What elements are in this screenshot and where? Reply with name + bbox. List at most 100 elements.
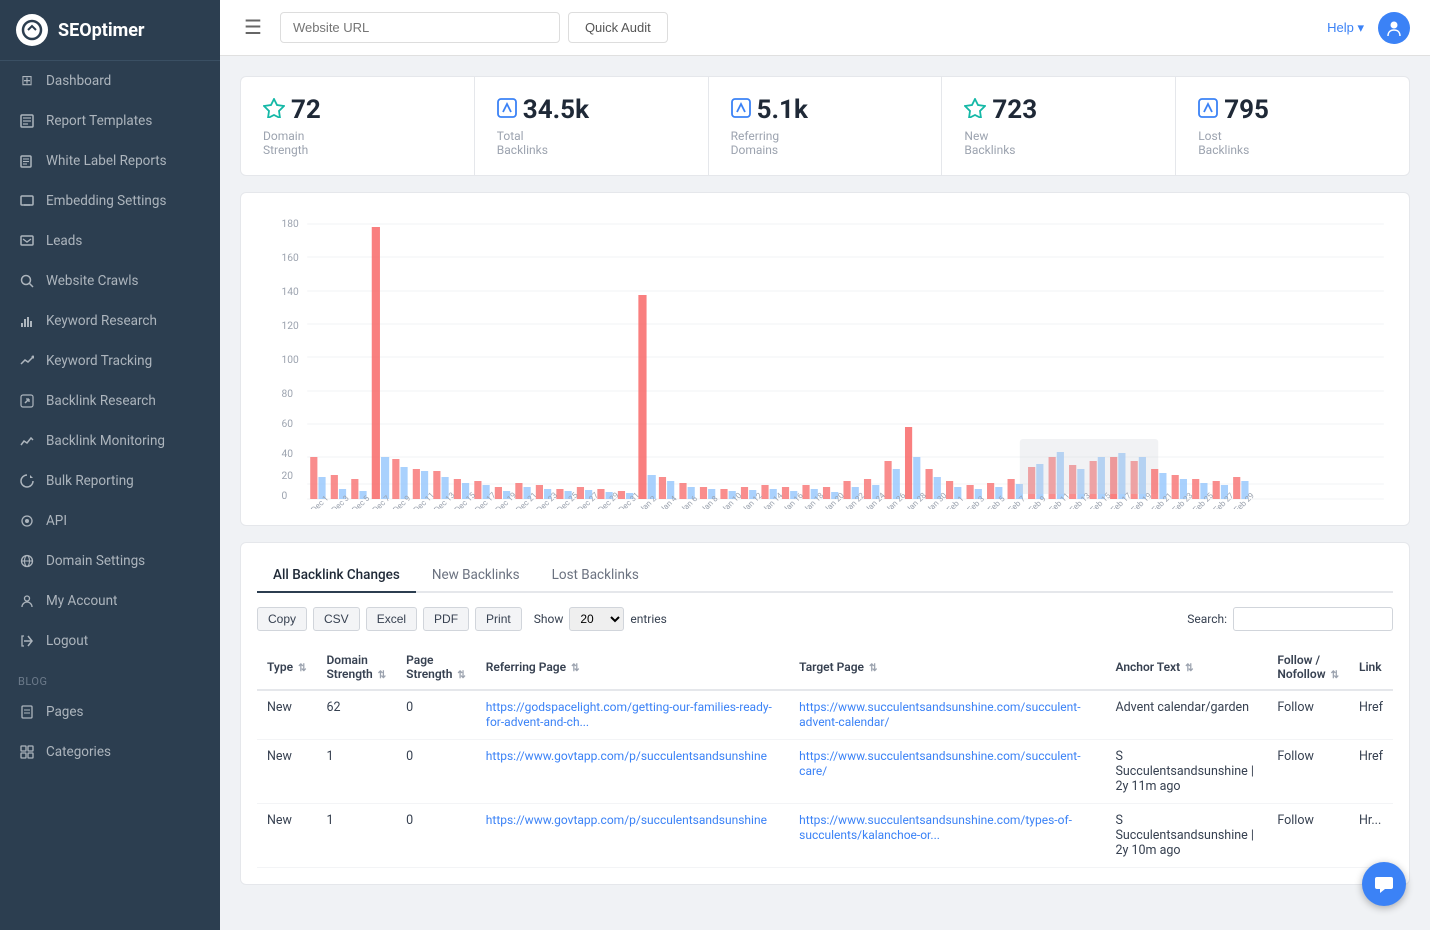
- col-follow-nofollow: Follow /Nofollow ⇅: [1267, 645, 1349, 690]
- sidebar-item-api[interactable]: API: [0, 501, 220, 541]
- search-label: Search:: [1187, 612, 1227, 626]
- cell-anchor-text: S Succulentsandsunshine | 2y 11m ago: [1105, 740, 1267, 804]
- tab-lost-backlinks[interactable]: Lost Backlinks: [536, 559, 655, 593]
- cell-type: New: [257, 740, 316, 804]
- total-backlinks-icon: [497, 98, 517, 123]
- sidebar-item-label: Dashboard: [46, 73, 111, 89]
- content-area: 72 DomainStrength 34.5k TotalBacklinks: [220, 56, 1430, 930]
- sidebar-item-backlink-monitoring[interactable]: Backlink Monitoring: [0, 421, 220, 461]
- quick-audit-button[interactable]: Quick Audit: [568, 12, 668, 43]
- nav-main: ⊞ Dashboard Report Templates White Label…: [0, 61, 220, 661]
- svg-text:140: 140: [282, 287, 300, 298]
- sidebar-item-label: API: [46, 513, 67, 529]
- report-templates-icon: [18, 112, 36, 130]
- table-header-row: Type ⇅ DomainStrength ⇅ PageStrength ⇅ R…: [257, 645, 1393, 690]
- cell-follow: Follow: [1267, 804, 1349, 868]
- cell-domain-strength: 1: [316, 740, 396, 804]
- keyword-tracking-icon: [18, 352, 36, 370]
- sidebar-item-label: Keyword Research: [46, 313, 157, 329]
- sidebar-item-categories[interactable]: Categories: [0, 732, 220, 772]
- lost-backlinks-value: 795: [1224, 95, 1269, 125]
- sidebar-item-pages[interactable]: Pages: [0, 692, 220, 732]
- url-input[interactable]: [280, 12, 560, 43]
- cell-target-page: https://www.succulentsandsunshine.com/su…: [789, 740, 1105, 804]
- sidebar-item-bulk-reporting[interactable]: Bulk Reporting: [0, 461, 220, 501]
- website-crawls-icon: [18, 272, 36, 290]
- stat-referring-domains: 5.1k ReferringDomains: [709, 77, 943, 175]
- tab-all-backlink-changes[interactable]: All Backlink Changes: [257, 559, 416, 593]
- sidebar-item-dashboard[interactable]: ⊞ Dashboard: [0, 61, 220, 101]
- csv-button[interactable]: CSV: [313, 607, 360, 631]
- help-button[interactable]: Help ▾: [1327, 20, 1364, 36]
- sidebar-item-website-crawls[interactable]: Website Crawls: [0, 261, 220, 301]
- svg-text:120: 120: [282, 321, 300, 332]
- col-anchor-text: Anchor Text ⇅: [1105, 645, 1267, 690]
- sidebar-item-keyword-tracking[interactable]: Keyword Tracking: [0, 341, 220, 381]
- white-label-reports-icon: [18, 152, 36, 170]
- stat-total-backlinks: 34.5k TotalBacklinks: [475, 77, 709, 175]
- cell-link: Href: [1349, 740, 1393, 804]
- svg-text:40: 40: [282, 449, 294, 460]
- stat-new-backlinks: 723 NewBacklinks: [942, 77, 1176, 175]
- logo-icon: [16, 14, 48, 46]
- sidebar-item-label: Domain Settings: [46, 553, 145, 569]
- cell-target-page: https://www.succulentsandsunshine.com/su…: [789, 690, 1105, 740]
- lost-backlinks-stat-label: LostBacklinks: [1198, 129, 1387, 157]
- sidebar-item-label: White Label Reports: [46, 153, 167, 169]
- embedding-settings-icon: [18, 192, 36, 210]
- chart-area: 180 160 140 120 100 80 60 40 20 0: [261, 209, 1389, 509]
- sidebar-item-embedding-settings[interactable]: Embedding Settings: [0, 181, 220, 221]
- chat-button[interactable]: [1362, 862, 1406, 906]
- table-toolbar: Copy CSV Excel PDF Print Show 20 10 50 1…: [257, 607, 1393, 631]
- sidebar-item-backlink-research[interactable]: Backlink Research: [0, 381, 220, 421]
- domain-strength-icon: [263, 98, 285, 123]
- excel-button[interactable]: Excel: [366, 607, 417, 631]
- copy-button[interactable]: Copy: [257, 607, 307, 631]
- sidebar-item-my-account[interactable]: My Account: [0, 581, 220, 621]
- backlinks-table-container: All Backlink Changes New Backlinks Lost …: [240, 542, 1410, 885]
- sidebar-item-domain-settings[interactable]: Domain Settings: [0, 541, 220, 581]
- logout-icon: [18, 632, 36, 650]
- cell-referring-page: https://www.govtapp.com/p/succulentsands…: [476, 804, 789, 868]
- total-backlinks-label: TotalBacklinks: [497, 129, 686, 157]
- logo-text: SEOptimer: [58, 20, 145, 41]
- table-row: New 1 0 https://www.govtapp.com/p/succul…: [257, 804, 1393, 868]
- domain-strength-label: DomainStrength: [263, 129, 452, 157]
- cell-page-strength: 0: [396, 740, 476, 804]
- referring-domains-icon: [731, 98, 751, 123]
- table-row: New 62 0 https://godspacelight.com/getti…: [257, 690, 1393, 740]
- sidebar-item-logout[interactable]: Logout: [0, 621, 220, 661]
- backlink-chart: 180 160 140 120 100 80 60 40 20 0: [261, 209, 1389, 509]
- table-search-input[interactable]: [1233, 607, 1393, 631]
- pdf-button[interactable]: PDF: [423, 607, 469, 631]
- user-avatar[interactable]: [1378, 12, 1410, 44]
- cell-domain-strength: 1: [316, 804, 396, 868]
- tab-new-backlinks[interactable]: New Backlinks: [416, 559, 536, 593]
- sidebar-item-label: Logout: [46, 633, 88, 649]
- new-backlinks-stat-icon: [964, 98, 986, 123]
- sidebar-item-label: Backlink Research: [46, 393, 156, 409]
- col-page-strength: PageStrength ⇅: [396, 645, 476, 690]
- svg-text:180: 180: [282, 219, 300, 230]
- svg-text:100: 100: [282, 355, 300, 366]
- keyword-research-icon: [18, 312, 36, 330]
- col-domain-strength: DomainStrength ⇅: [316, 645, 396, 690]
- sidebar-item-keyword-research[interactable]: Keyword Research: [0, 301, 220, 341]
- new-backlinks-value: 723: [992, 95, 1037, 125]
- cell-anchor-text: Advent calendar/garden: [1105, 690, 1267, 740]
- sidebar-item-white-label-reports[interactable]: White Label Reports: [0, 141, 220, 181]
- hamburger-button[interactable]: ☰: [240, 11, 266, 44]
- cell-referring-page: https://www.govtapp.com/p/succulentsands…: [476, 740, 789, 804]
- my-account-icon: [18, 592, 36, 610]
- cell-follow: Follow: [1267, 740, 1349, 804]
- lost-backlinks-stat-icon: [1198, 98, 1218, 123]
- sidebar-item-leads[interactable]: Leads: [0, 221, 220, 261]
- print-button[interactable]: Print: [475, 607, 522, 631]
- sidebar-item-report-templates[interactable]: Report Templates: [0, 101, 220, 141]
- bulk-reporting-icon: [18, 472, 36, 490]
- cell-follow: Follow: [1267, 690, 1349, 740]
- entries-select[interactable]: 20 10 50 100: [569, 607, 624, 631]
- cell-page-strength: 0: [396, 690, 476, 740]
- dashboard-icon: ⊞: [18, 72, 36, 90]
- cell-link: Hr...: [1349, 804, 1393, 868]
